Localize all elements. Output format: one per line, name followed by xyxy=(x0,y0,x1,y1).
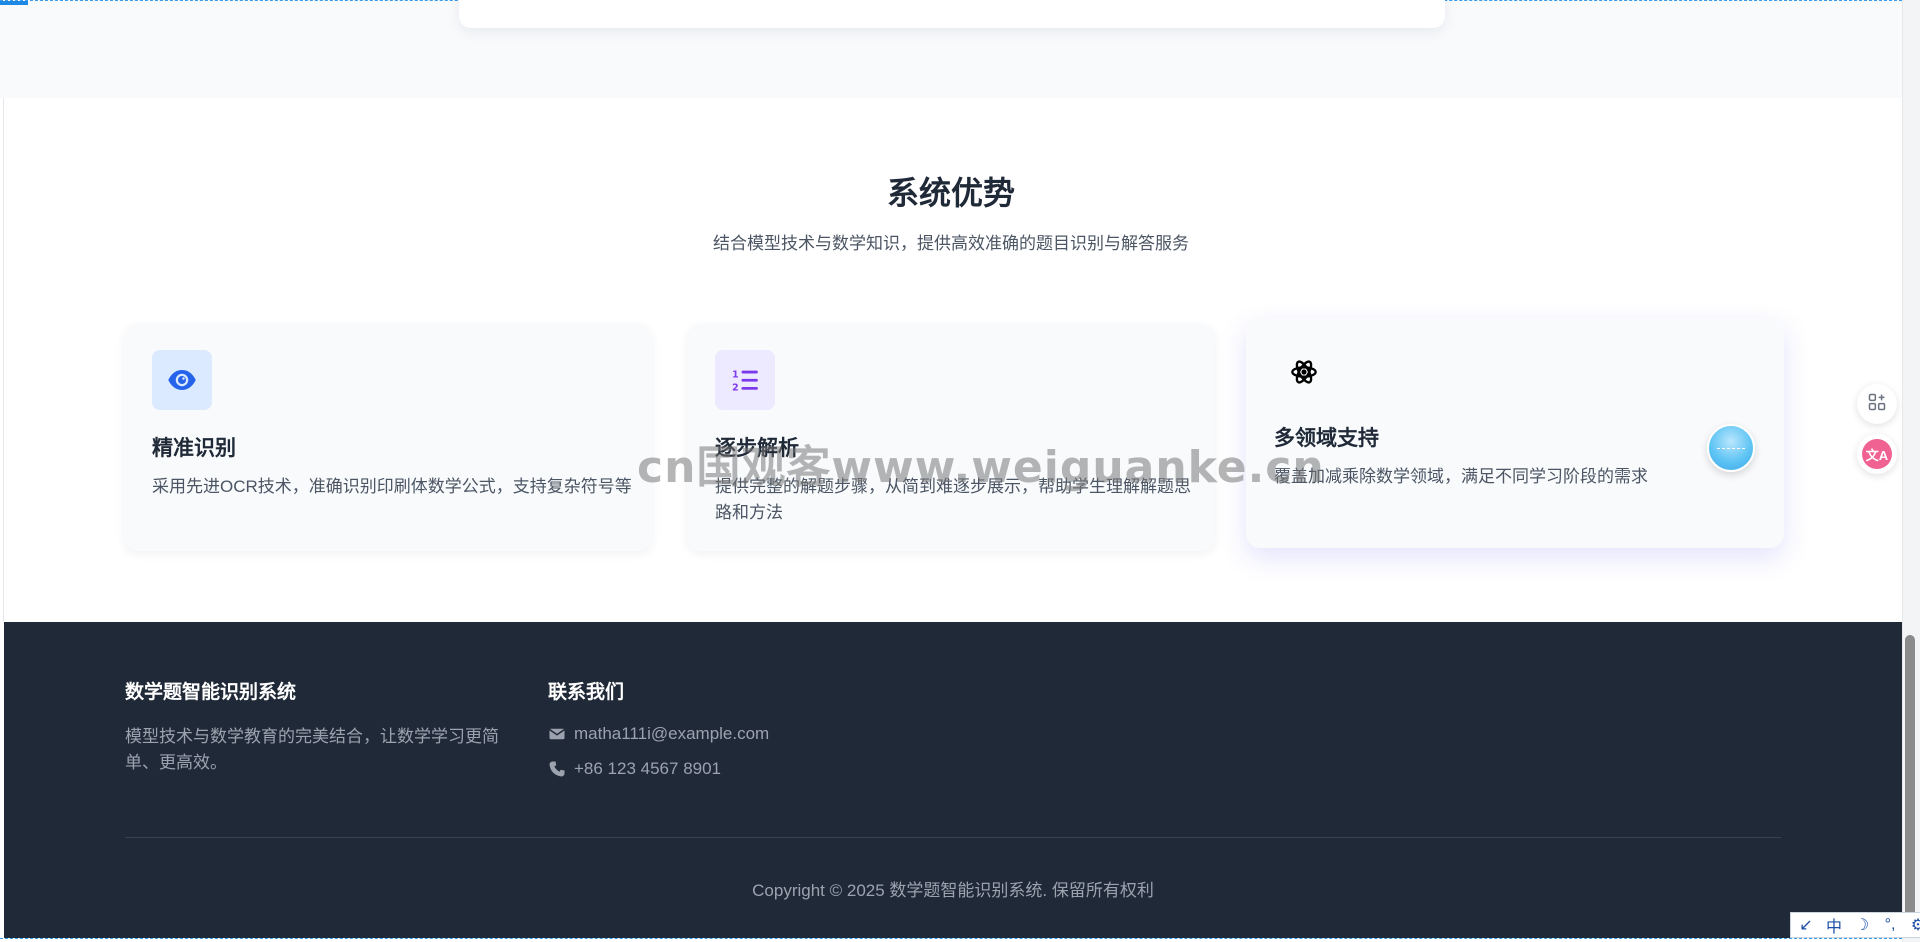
page-footer: 数学题智能识别系统 模型技术与数学教育的完美结合，让数学学习更简单、更高效。 联… xyxy=(4,622,1902,938)
ime-expand-icon[interactable]: ↙ xyxy=(1795,915,1817,935)
ime-chinese-mode[interactable]: 中 xyxy=(1823,913,1845,937)
footer-email[interactable]: matha111i@example.com xyxy=(548,724,769,744)
watermark: cn国观客www.weiguanke.cn xyxy=(637,442,1325,493)
ime-punctuation-icon[interactable]: °, xyxy=(1879,916,1901,934)
translate-icon: 文A xyxy=(1862,439,1892,469)
envelope-icon xyxy=(548,725,566,743)
side-translate-button[interactable]: 文A xyxy=(1857,434,1897,474)
footer-copyright: Copyright © 2025 数学题智能识别系统. 保留所有权利 xyxy=(752,881,1154,900)
ime-toolbar[interactable]: ↙ 中 ☽ °, ⚙ xyxy=(1790,912,1920,938)
feature-card-domains: 多领域支持 覆盖加减乘除数学领域，满足不同学习阶段的需求 xyxy=(1246,318,1784,548)
ime-moon-icon[interactable]: ☽ xyxy=(1851,915,1873,935)
footer-email-text[interactable]: matha111i@example.com xyxy=(574,724,769,744)
previous-section-card xyxy=(459,0,1445,28)
section-subtitle: 结合模型技术与数学知识，提供高效准确的题目识别与解答服务 xyxy=(713,234,1189,253)
phone-icon xyxy=(548,760,566,778)
feature-card-recognition: 精准识别 采用先进OCR技术，准确识别印刷体数学公式，支持复杂符号等 xyxy=(124,324,652,551)
footer-brand-description: 模型技术与数学教育的完美结合，让数学学习更简单、更高效。 xyxy=(125,727,499,772)
feature-description: 覆盖加减乘除数学领域，满足不同学习阶段的需求 xyxy=(1274,467,1648,486)
floating-assistant-button[interactable] xyxy=(1707,424,1755,472)
atom-icon xyxy=(1274,342,1334,402)
apps-add-icon xyxy=(1867,392,1887,417)
ordered-list-icon: 1 2 xyxy=(715,350,775,410)
section-title: 系统优势 xyxy=(886,175,1015,211)
footer-brand-title: 数学题智能识别系统 xyxy=(125,682,297,703)
feature-description: 采用先进OCR技术，准确识别印刷体数学公式，支持复杂符号等 xyxy=(152,477,632,496)
scrollbar-thumb[interactable] xyxy=(1905,635,1915,935)
footer-contact-title: 联系我们 xyxy=(548,682,625,703)
side-apps-button[interactable] xyxy=(1857,384,1897,424)
svg-text:1: 1 xyxy=(732,370,739,381)
footer-phone[interactable]: +86 123 4567 8901 xyxy=(548,759,721,779)
eye-icon xyxy=(152,350,212,410)
selection-border-bottom xyxy=(0,938,1902,939)
feature-title: 精准识别 xyxy=(152,437,236,460)
footer-phone-text[interactable]: +86 123 4567 8901 xyxy=(574,759,721,779)
svg-text:2: 2 xyxy=(732,383,739,394)
selection-corner xyxy=(0,1,28,5)
footer-divider xyxy=(125,837,1781,838)
ime-settings-icon[interactable]: ⚙ xyxy=(1907,915,1920,935)
